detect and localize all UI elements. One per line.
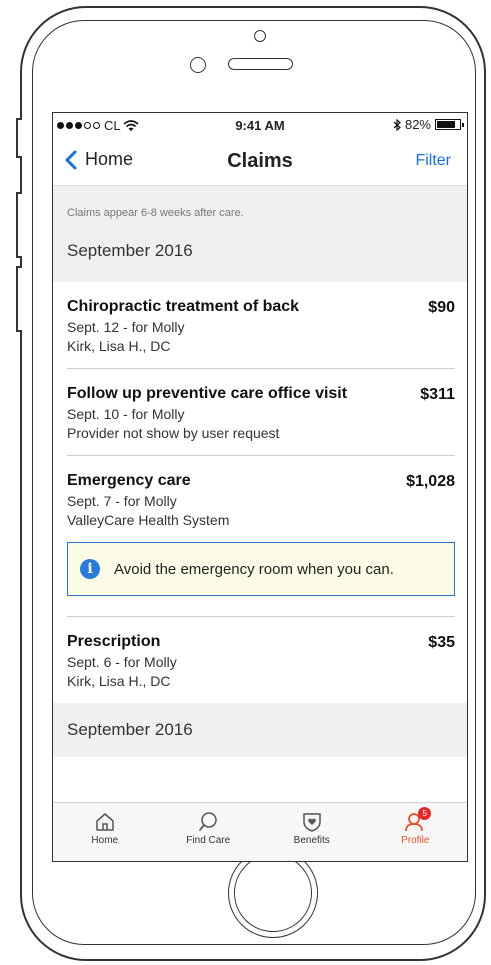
month-header: September 2016: [67, 241, 193, 260]
shield-heart-icon: [303, 813, 321, 832]
emergency-notice[interactable]: i Avoid the emergency room when you can.: [67, 542, 455, 596]
claim-title: Emergency care: [67, 472, 191, 489]
filter-button[interactable]: Filter: [415, 152, 451, 170]
claim-title: Follow up preventive care office visit: [67, 385, 348, 402]
claim-amount: $1,028: [406, 473, 455, 490]
tab-label: Home: [91, 835, 119, 846]
tab-bar: Home Find Care Benefits 5 Profile: [53, 802, 467, 861]
claim-provider: Provider not show by user request: [67, 425, 280, 441]
claim-date: Sept. 10 - for Molly: [67, 406, 185, 422]
bluetooth-icon: [393, 118, 401, 131]
claim-item[interactable]: Follow up preventive care office visit $…: [67, 369, 455, 456]
tab-find-care[interactable]: Find Care: [157, 803, 261, 861]
tab-home[interactable]: Home: [53, 803, 157, 861]
claim-amount: $90: [428, 299, 455, 316]
info-icon: i: [80, 559, 100, 579]
claim-provider: ValleyCare Health System: [67, 512, 230, 528]
earpiece-speaker: [228, 58, 293, 70]
home-icon: [96, 813, 114, 831]
month-label: September 2016: [67, 720, 193, 739]
month-header: September 2016: [53, 703, 467, 757]
claims-intro: Claims appear 6-8 weeks after care. Sept…: [53, 186, 467, 282]
proximity-sensor: [190, 57, 206, 73]
search-icon: [199, 812, 217, 831]
claim-title: Prescription: [67, 633, 161, 650]
tab-profile[interactable]: 5 Profile: [364, 803, 468, 861]
claim-item[interactable]: Emergency care $1,028 Sept. 7 - for Moll…: [67, 456, 455, 528]
mute-switch: [16, 118, 22, 158]
battery-percent: 82%: [404, 117, 431, 132]
notice-text: Avoid the emergency room when you can.: [114, 560, 394, 578]
claim-provider: Kirk, Lisa H., DC: [67, 338, 171, 354]
battery-fill: [437, 121, 456, 128]
tab-label: Find Care: [186, 835, 231, 846]
claim-item[interactable]: Chiropractic treatment of back $90 Sept.…: [67, 282, 455, 369]
claim-amount: $35: [428, 634, 455, 651]
volume-up-button: [16, 192, 22, 258]
claim-title: Chiropractic treatment of back: [67, 298, 300, 315]
volume-down-button: [16, 266, 22, 332]
claim-date: Sept. 7 - for Molly: [67, 493, 177, 509]
battery-icon: [435, 119, 464, 130]
tab-label: Profile: [401, 835, 430, 846]
tab-benefits[interactable]: Benefits: [260, 803, 364, 861]
claim-date: Sept. 6 - for Molly: [67, 654, 177, 670]
notification-badge: 5: [418, 807, 432, 820]
claim-provider: Kirk, Lisa H., DC: [67, 673, 171, 689]
claim-date: Sept. 12 - for Molly: [67, 319, 185, 335]
status-bar: CL 9:41 AM 82%: [53, 113, 467, 137]
claim-amount: $311: [420, 386, 455, 403]
navigation-bar: Home Claims Filter: [53, 137, 467, 186]
claims-delay-note: Claims appear 6-8 weeks after care.: [67, 207, 244, 219]
screen: CL 9:41 AM 82% Home Claims Filter Claims…: [52, 112, 468, 862]
page-title: Claims: [227, 150, 293, 172]
tab-label: Benefits: [293, 835, 330, 846]
front-camera: [254, 30, 266, 42]
claim-item[interactable]: Prescription $35 Sept. 6 - for Molly Kir…: [67, 617, 455, 703]
